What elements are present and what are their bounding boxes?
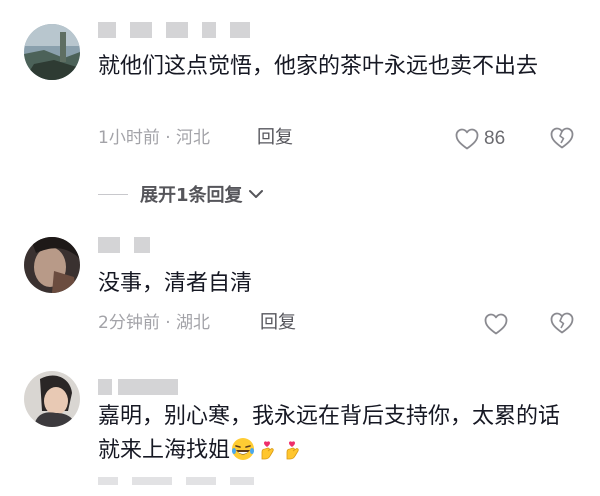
like-count: 86 (484, 128, 506, 149)
broken-heart-icon (550, 127, 574, 149)
chevron-down-icon (248, 190, 263, 198)
dislike-button[interactable] (550, 312, 574, 336)
comment-meta (98, 477, 254, 487)
expand-replies-label: 展开1条回复 (140, 185, 243, 206)
avatar[interactable] (24, 24, 80, 80)
avatar[interactable] (24, 237, 80, 293)
comment-text-body: 嘉明，别心寒，我永远在背后支持你，太累的话就来上海找姐 (98, 404, 561, 463)
username[interactable] (98, 237, 150, 253)
reply-button[interactable]: 回复 (260, 311, 296, 335)
comment-item: 没事，清者自清 2分钟前 · 湖北 回复 (0, 225, 600, 345)
comment-meta: 2分钟前 · 湖北 (98, 313, 211, 333)
like-button[interactable]: 86 (455, 126, 505, 152)
finger-heart-emoji (261, 441, 274, 460)
avatar[interactable] (24, 371, 80, 427)
username[interactable] (98, 379, 178, 395)
comment-item: 嘉明，别心寒，我永远在背后支持你，太累的话就来上海找姐 (0, 355, 600, 485)
broken-heart-icon (550, 312, 574, 334)
finger-heart-emoji (286, 441, 299, 460)
dislike-button[interactable] (550, 127, 574, 151)
divider (98, 193, 128, 195)
username[interactable] (98, 22, 250, 38)
comment-text: 没事，清者自清 (98, 271, 253, 296)
comment-text: 就他们这点觉悟，他家的茶叶永远也卖不出去 (98, 54, 539, 79)
expand-replies-button[interactable]: 展开1条回复 (98, 180, 265, 208)
comment-item: 就他们这点觉悟，他家的茶叶永远也卖不出去 1小时前 · 河北 回复 86 (0, 0, 600, 170)
comment-text: 嘉明，别心寒，我永远在背后支持你，太累的话就来上海找姐 (98, 400, 568, 468)
comment-meta: 1小时前 · 河北 (98, 128, 211, 148)
laughing-tears-emoji (232, 438, 255, 460)
like-button[interactable] (484, 311, 513, 337)
reply-button[interactable]: 回复 (257, 126, 293, 150)
heart-outline-icon (455, 128, 479, 150)
heart-outline-icon (484, 313, 508, 335)
